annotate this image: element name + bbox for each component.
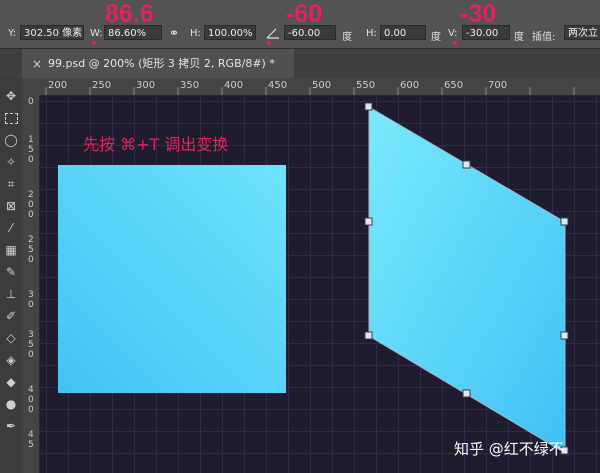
vertical-ruler[interactable]: 0 1 5 0 2 0 0 2 5 0 3 0 3 5 0 4 0 0 4 5 [22, 95, 40, 473]
close-icon[interactable]: × [32, 49, 42, 79]
paint-bucket-icon[interactable]: ◈ [3, 352, 19, 368]
hruler-label: 400 [224, 80, 243, 91]
brush-icon[interactable]: ✎ [3, 264, 19, 280]
vruler-digit: 0 [28, 210, 34, 220]
w-field[interactable]: 86.60% [104, 25, 162, 40]
vruler-digit: 0 [28, 155, 34, 165]
document-tab-bar: × 99.psd @ 200% (矩形 3 拷贝 2, RGB/8#) * [0, 48, 600, 79]
vruler-digit: 5 [28, 145, 34, 155]
angle-icon [266, 27, 280, 39]
h-field[interactable]: 100.00% [204, 25, 256, 40]
y-label: Y: [8, 28, 16, 39]
dodge-icon[interactable]: ● [3, 396, 19, 412]
hruler-label: 500 [312, 80, 331, 91]
hruler-label: 450 [268, 80, 287, 91]
document-tab-title: 99.psd @ 200% (矩形 3 拷贝 2, RGB/8#) * [48, 49, 275, 79]
vruler-digit: 5 [28, 245, 34, 255]
crop-icon[interactable]: ⌗ [3, 176, 19, 192]
history-brush-icon[interactable]: ✐ [3, 308, 19, 324]
vskew-unit: 度 [514, 28, 524, 43]
pen-icon[interactable]: ✒ [3, 418, 19, 434]
vskew-reference-dot [453, 41, 457, 45]
annotation-w: 86.6 [105, 2, 154, 27]
vruler-digit: 0 [28, 405, 34, 415]
hruler-label: 200 [48, 80, 67, 91]
hruler-label: 250 [92, 80, 111, 91]
angle-reference-dot [267, 41, 271, 45]
angle-unit: 度 [342, 28, 352, 43]
horizontal-ruler[interactable]: 200 250 300 350 400 450 500 550 600 650 … [22, 78, 600, 96]
angle-field[interactable]: -60.00 [284, 25, 336, 40]
vruler-digit: 0 [28, 255, 34, 265]
magic-wand-icon[interactable]: ✧ [3, 154, 19, 170]
vruler-digit: 3 [28, 330, 34, 340]
watermark: 知乎 @红不绿不 [454, 438, 564, 459]
hruler-label: 700 [488, 80, 507, 91]
vruler-digit: 0 [28, 350, 34, 360]
tools-panel: ✥ ◯ ✧ ⌗ ⊠ ⁄ ▦ ✎ ⊥ ✐ ◇ ◈ ◆ ● ✒ [0, 78, 23, 473]
vruler-digit: 0 [28, 300, 34, 310]
hskew-unit: 度 [431, 28, 441, 43]
hint-text: 先按 ⌘+T 调出变换 [83, 131, 228, 155]
hruler-label: 300 [136, 80, 155, 91]
vruler-digit: 2 [28, 235, 34, 245]
hskew-field[interactable]: 0.00 [380, 25, 426, 40]
vskew-field[interactable]: -30.00 [462, 25, 510, 40]
interp-select[interactable]: 两次立 [564, 25, 600, 40]
hruler-label: 650 [444, 80, 463, 91]
blur-icon[interactable]: ◆ [3, 374, 19, 390]
vruler-digit: 0 [28, 97, 34, 107]
vruler-digit: 1 [28, 135, 34, 145]
w-reference-dot [92, 41, 96, 45]
patch-icon[interactable]: ▦ [3, 242, 19, 258]
hruler-label: 600 [400, 80, 419, 91]
options-bar: 86.6 -60 -30 Y: 302.50 像素 W: 86.60% ⚭ H:… [0, 0, 600, 48]
marquee-icon[interactable] [3, 110, 19, 126]
lasso-icon[interactable]: ◯ [3, 132, 19, 148]
document-tab[interactable]: × 99.psd @ 200% (矩形 3 拷贝 2, RGB/8#) * [22, 49, 294, 79]
hruler-label: 550 [356, 80, 375, 91]
eyedropper-icon[interactable]: ⁄ [3, 220, 19, 236]
original-rectangle[interactable] [58, 165, 286, 393]
vruler-digit: 0 [28, 395, 34, 405]
frame-icon[interactable]: ⊠ [3, 198, 19, 214]
hskew-label: H: [366, 28, 377, 39]
vruler-digit: 5 [28, 440, 34, 450]
vskew-label: V: [448, 28, 457, 39]
w-label: W: [90, 28, 103, 39]
h-label: H: [190, 28, 201, 39]
annotation-v: -30 [460, 2, 496, 27]
move-icon[interactable]: ✥ [3, 88, 19, 104]
vruler-digit: 3 [28, 290, 34, 300]
chain-link-icon[interactable]: ⚭ [169, 26, 179, 40]
stamp-icon[interactable]: ⊥ [3, 286, 19, 302]
y-field[interactable]: 302.50 像素 [20, 25, 84, 40]
vruler-digit: 5 [28, 340, 34, 350]
hruler-label: 350 [180, 80, 199, 91]
vruler-digit: 4 [28, 430, 34, 440]
vruler-digit: 0 [28, 200, 34, 210]
vruler-digit: 4 [28, 385, 34, 395]
vruler-digit: 2 [28, 190, 34, 200]
interp-label: 插值: [532, 28, 555, 43]
eraser-icon[interactable]: ◇ [3, 330, 19, 346]
annotation-angle: -60 [286, 2, 322, 27]
